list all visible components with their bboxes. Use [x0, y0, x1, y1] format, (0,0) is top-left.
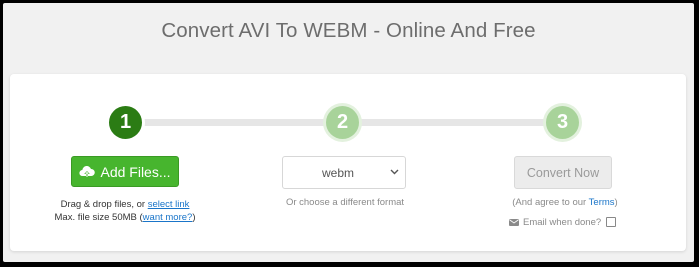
envelope-icon [509, 218, 519, 226]
max-size-text: Max. file size 50MB ( [54, 212, 143, 223]
drag-drop-text: Drag & drop files, or [60, 199, 148, 210]
agree-prefix: (And agree to our [512, 197, 589, 208]
chevron-down-icon [383, 167, 405, 178]
terms-agreement: (And agree to our Terms) [480, 197, 650, 208]
cloud-upload-icon [79, 166, 96, 178]
upload-hint: Drag & drop files, or select link Max. f… [10, 198, 240, 224]
drag-drop-line: Drag & drop files, or select link [10, 198, 240, 211]
step-3-badge: 3 [546, 106, 579, 139]
format-select-value: webm [321, 165, 354, 180]
close-paren: ) [192, 212, 196, 223]
agree-suffix: ) [614, 197, 618, 208]
want-more-link[interactable]: want more? [143, 212, 193, 223]
step-1-badge: 1 [109, 106, 142, 139]
step-2-badge: 2 [326, 106, 359, 139]
max-size-line: Max. file size 50MB (want more?) [10, 211, 240, 224]
converter-card: 1 2 3 Add Files... Drag & drop files, or… [10, 74, 686, 251]
page-frame: Convert AVI To WEBM - Online And Free 1 … [3, 3, 694, 262]
email-when-done: Email when done? [509, 216, 617, 228]
terms-link[interactable]: Terms [589, 197, 615, 208]
format-select[interactable]: webm [282, 156, 406, 189]
add-files-button[interactable]: Add Files... [71, 156, 179, 187]
select-link[interactable]: select link [148, 199, 190, 210]
add-files-label: Add Files... [100, 163, 171, 180]
page-title: Convert AVI To WEBM - Online And Free [161, 19, 536, 42]
email-label: Email when done? [523, 216, 602, 228]
format-hint: Or choose a different format [285, 197, 405, 208]
convert-now-button[interactable]: Convert Now [514, 156, 612, 189]
email-checkbox[interactable] [606, 217, 617, 227]
